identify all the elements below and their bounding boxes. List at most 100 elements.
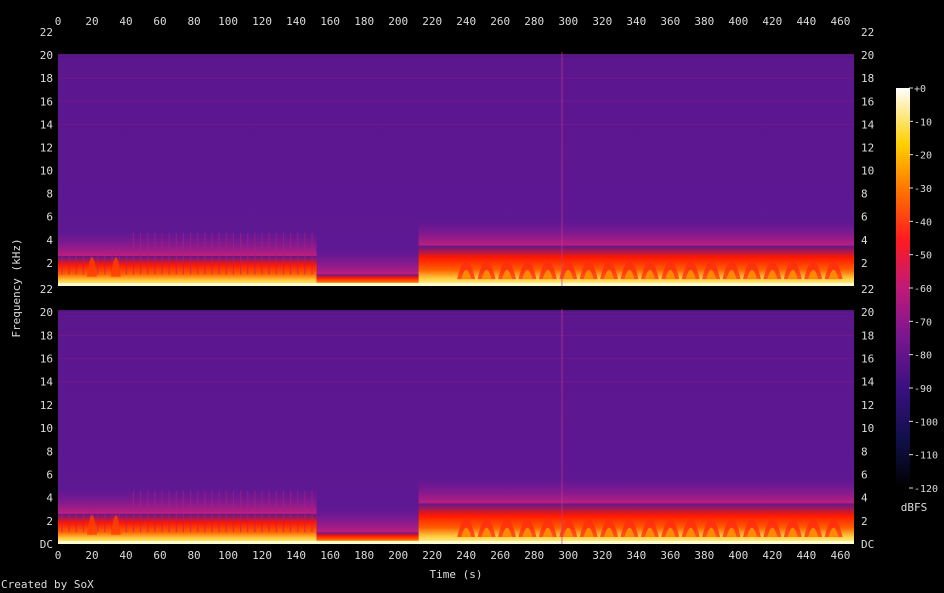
burst-line: [232, 232, 235, 275]
x-tick-label-top: 80: [187, 15, 200, 28]
y-tick-label-right: 2: [861, 257, 868, 270]
burst-line: [225, 490, 227, 533]
burst-line: [204, 232, 206, 275]
burst-line: [97, 249, 99, 275]
energy-halo: [58, 488, 317, 514]
y-tick-label-right: 2: [861, 515, 868, 528]
burst-line: [282, 232, 285, 275]
colorbar-tick-label: -40: [914, 217, 932, 228]
colorbar-ticks: +0 -10 -20 -30 -40 -50 -60 -70 -80 -90 -100 -110 -12…: [909, 84, 938, 495]
burst-line: [289, 490, 292, 533]
dc-band: [58, 541, 854, 544]
y-tick-label-right: 22: [861, 283, 874, 296]
colorbar-tick-label: -120: [914, 484, 938, 495]
burst-line: [211, 232, 213, 275]
x-tick-label-bottom: 80: [187, 549, 200, 562]
y-tick-label-right: 12: [861, 399, 874, 412]
y-tick-label-left: 12: [40, 399, 53, 412]
x-axis-bottom-ticks: 0 20 40 60 80 100 120 140 160 180 200 220 240 260 280 3…: [55, 549, 851, 562]
burst-line: [132, 232, 135, 275]
burst-line: [268, 490, 270, 533]
y-tick-label-right: 8: [861, 445, 868, 458]
y-tick-label-left: 16: [40, 353, 53, 366]
x-tick-label-bottom: 0: [55, 549, 62, 562]
burst-line: [75, 506, 77, 533]
burst-line: [182, 232, 185, 275]
energy-halo: [316, 249, 419, 275]
x-tick-label-top: 0: [55, 15, 62, 28]
dc-band: [58, 283, 854, 286]
burst-line: [168, 490, 170, 533]
burst-line: [132, 490, 135, 533]
x-tick-label-bottom: 160: [320, 549, 340, 562]
burst-line: [232, 490, 235, 533]
y-tick-label-right: 14: [861, 376, 875, 389]
x-tick-label-top: 440: [796, 15, 816, 28]
burst-line: [275, 232, 277, 275]
x-tick-label-top: 180: [354, 15, 374, 28]
colorbar-tick-label: -80: [914, 351, 932, 362]
harmonic-line: [58, 358, 854, 360]
burst-line: [175, 490, 177, 533]
x-tick-label-top: 400: [728, 15, 748, 28]
burst-line: [204, 490, 206, 533]
burst-line: [68, 506, 70, 533]
y-tick-label-right: 20: [861, 306, 874, 319]
colorbar-tick-label: -60: [914, 284, 932, 295]
x-tick-label-bottom: 220: [422, 549, 442, 562]
burst-line: [68, 249, 70, 275]
y-tick-label-left: 2: [46, 257, 53, 270]
burst-line: [97, 506, 99, 533]
harmonic-line: [58, 100, 854, 102]
y-axis-left-ticks: 246810121416182022246810121416182022DC: [40, 26, 54, 551]
colorbar-tick-mark: [909, 387, 913, 389]
y-tick-label-left: 12: [40, 141, 53, 154]
burst-line: [239, 490, 242, 533]
colorbar-tick-mark: [909, 487, 913, 489]
x-axis-label: Time (s): [430, 568, 483, 581]
burst-line: [61, 506, 63, 533]
y-tick-label-right: 4: [861, 492, 868, 505]
x-tick-label-bottom: 420: [762, 549, 782, 562]
harmonic-line: [58, 54, 854, 56]
x-tick-label-bottom: 240: [456, 549, 476, 562]
x-tick-label-bottom: 400: [728, 549, 748, 562]
burst-line: [75, 249, 77, 275]
y-tick-label-right: 22: [861, 26, 874, 39]
harmonic-line: [58, 381, 854, 383]
y-tick-label-left: 6: [46, 211, 53, 224]
y-tick-label-right: 8: [861, 188, 868, 201]
y-tick-label-left: 8: [46, 445, 53, 458]
y-axis-right-ticks: 246810121416182022246810121416182022DC: [861, 26, 875, 551]
burst-line: [139, 490, 142, 533]
harmonic-line: [58, 77, 854, 79]
y-tick-label-right: 6: [861, 211, 868, 224]
y-tick-label-dc-left: DC: [40, 538, 53, 551]
x-tick-label-top: 220: [422, 15, 442, 28]
burst-line: [161, 490, 163, 533]
colorbar-tick-label: -100: [914, 417, 938, 428]
x-tick-label-bottom: 260: [490, 549, 510, 562]
burst-line: [154, 490, 156, 533]
colorbar-tick-label: -20: [914, 151, 932, 162]
colorbar: [896, 88, 910, 488]
burst-line: [182, 490, 185, 533]
y-tick-label-left: 10: [40, 165, 53, 178]
x-tick-label-top: 40: [119, 15, 132, 28]
burst-line: [139, 232, 142, 275]
burst-line: [154, 232, 156, 275]
burst-line: [147, 232, 149, 275]
x-tick-label-bottom: 120: [252, 549, 272, 562]
x-tick-label-bottom: 200: [388, 549, 408, 562]
burst-line: [254, 490, 256, 533]
colorbar-tick-mark: [909, 187, 913, 189]
energy-halo: [316, 506, 419, 533]
y-tick-label-left: 4: [46, 234, 53, 247]
colorbar-tick-label: +0: [914, 84, 926, 95]
y-tick-label-right: 10: [861, 422, 874, 435]
x-tick-label-bottom: 40: [119, 549, 132, 562]
y-tick-label-left: 18: [40, 72, 53, 85]
burst-line: [297, 232, 299, 275]
burst-line: [247, 232, 249, 275]
harmonic-line: [58, 334, 854, 336]
